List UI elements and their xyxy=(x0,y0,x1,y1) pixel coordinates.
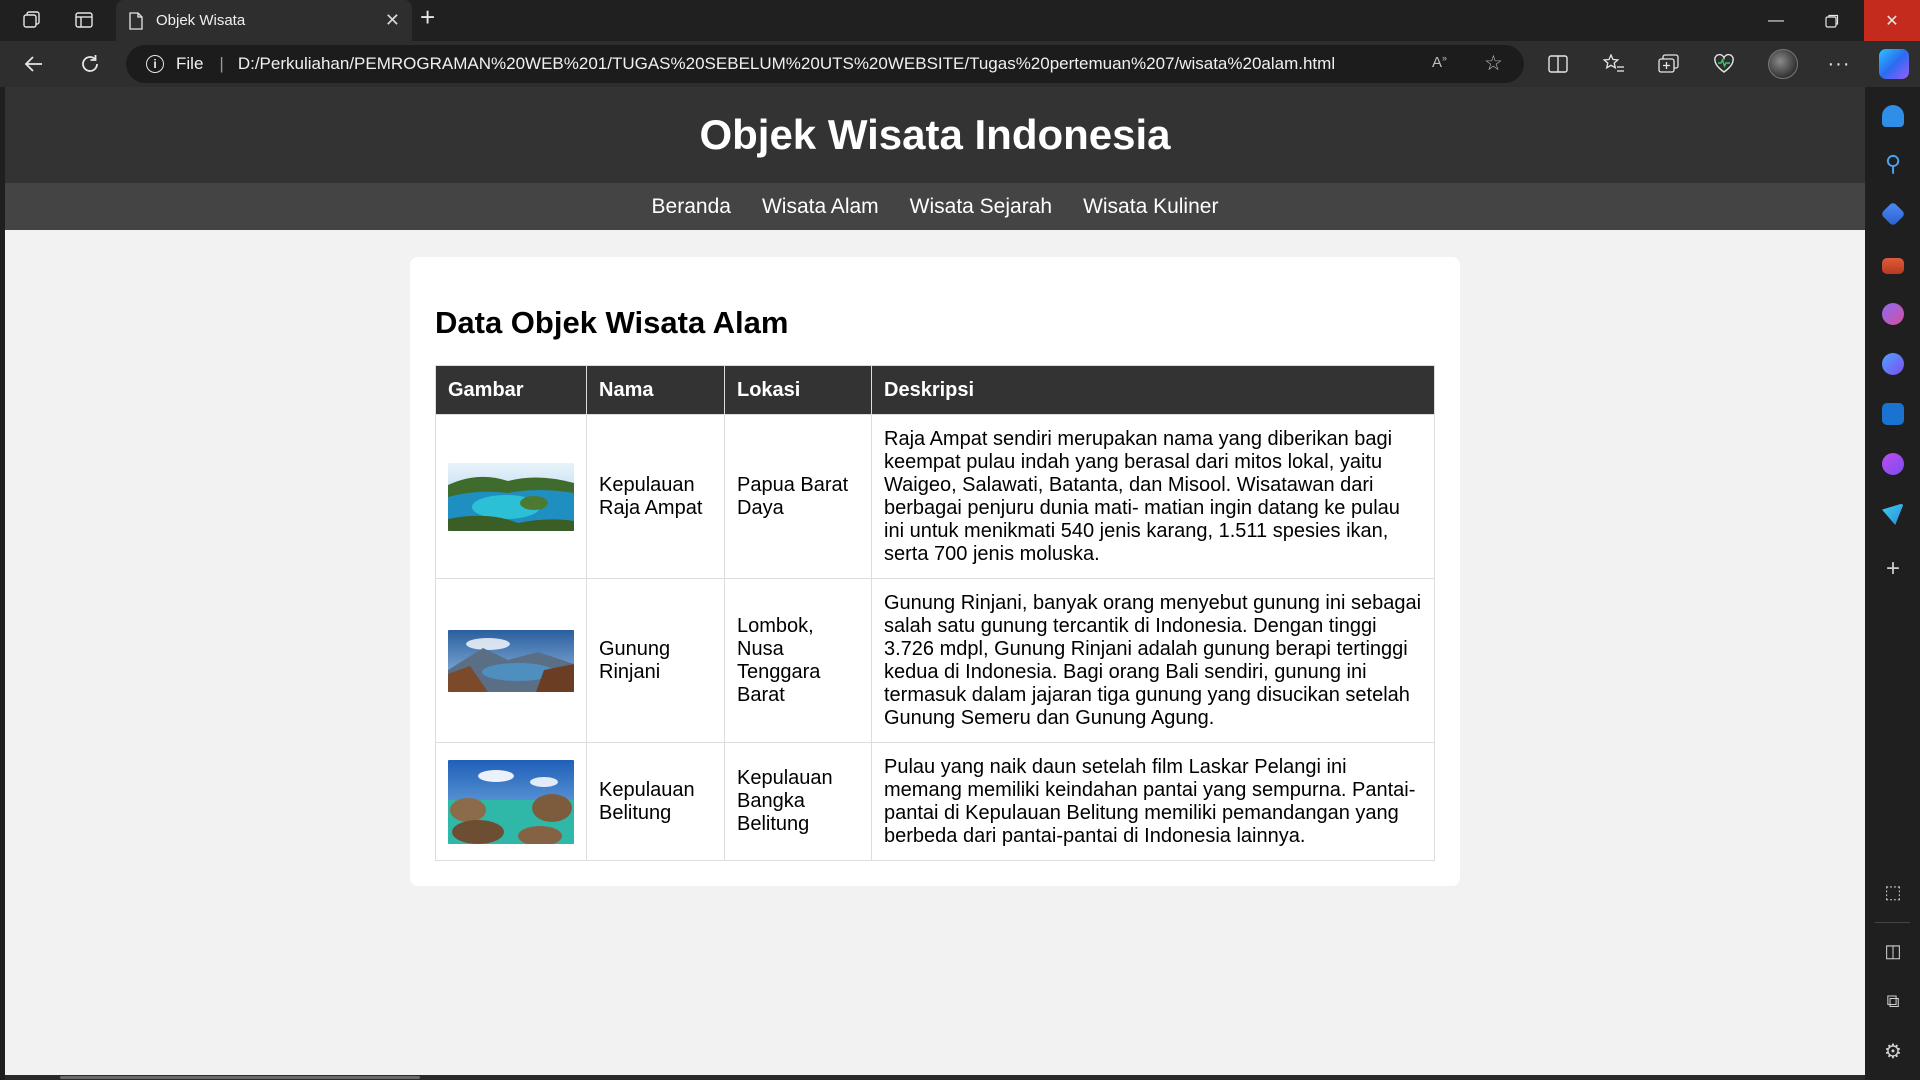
workspaces-icon[interactable] xyxy=(14,2,50,38)
image-cell xyxy=(435,578,587,743)
url-text[interactable]: D:/Perkuliahan/PEMROGRAMAN%20WEB%201/TUG… xyxy=(238,54,1335,74)
copilot-icon[interactable] xyxy=(1879,49,1909,79)
raja-ampat-photo xyxy=(448,462,574,531)
screenshot-icon[interactable]: ⬚ xyxy=(1880,882,1906,903)
tools-icon[interactable] xyxy=(1882,258,1904,274)
horizontal-scrollbar[interactable] xyxy=(5,1075,1865,1080)
table-header-row: Gambar Nama Lokasi Deskripsi xyxy=(435,365,1435,415)
wisata-table: Gambar Nama Lokasi Deskripsi Kepulauan R… xyxy=(435,365,1435,861)
tab-objek-wisata[interactable]: Objek Wisata ✕ xyxy=(116,0,412,41)
search-icon[interactable]: ⚲ xyxy=(1880,151,1906,177)
edge-sidebar: ⚲ + ⬚ ◫ ⧉ ⚙ xyxy=(1865,87,1920,1080)
sidebar-toggle-icon[interactable]: ◫ xyxy=(1880,941,1906,962)
profile-avatar[interactable] xyxy=(1768,49,1798,79)
notification-icon[interactable] xyxy=(1882,105,1904,127)
deskripsi-cell: Pulau yang naik daun setelah film Laskar… xyxy=(871,742,1435,861)
add-icon[interactable]: + xyxy=(1880,555,1906,583)
page-icon xyxy=(129,11,143,30)
refresh-icon[interactable] xyxy=(74,48,106,80)
scrollbar-thumb[interactable] xyxy=(60,1076,420,1079)
nav-link-beranda[interactable]: Beranda xyxy=(652,195,731,219)
site-header: Objek Wisata Indonesia xyxy=(5,87,1865,183)
page-viewport: Objek Wisata Indonesia Beranda Wisata Al… xyxy=(5,87,1865,1075)
site-title: Objek Wisata Indonesia xyxy=(699,111,1171,158)
address-toolbar: i File | D:/Perkuliahan/PEMROGRAMAN%20WE… xyxy=(0,41,1920,87)
favorites-icon[interactable] xyxy=(1597,48,1631,80)
nav-link-wisata-alam[interactable]: Wisata Alam xyxy=(762,195,879,219)
tab-actions-icon[interactable] xyxy=(66,2,102,38)
restore-icon[interactable] xyxy=(1804,0,1860,41)
column-header-deskripsi: Deskripsi xyxy=(871,365,1435,415)
more-icon[interactable]: ··· xyxy=(1822,48,1856,80)
table-row: Gunung Rinjani Lombok, Nusa Tenggara Bar… xyxy=(435,578,1435,743)
section-title: Data Objek Wisata Alam xyxy=(435,305,789,340)
column-header-gambar: Gambar xyxy=(435,365,587,415)
designer-icon[interactable] xyxy=(1882,453,1904,475)
column-header-lokasi: Lokasi xyxy=(724,365,872,415)
nama-cell: Kepulauan Belitung xyxy=(586,742,725,861)
close-tab-icon[interactable]: ✕ xyxy=(385,10,400,31)
tab-title: Objek Wisata xyxy=(156,12,246,29)
nav-link-wisata-kuliner[interactable]: Wisata Kuliner xyxy=(1083,195,1218,219)
deskripsi-cell: Raja Ampat sendiri merupakan nama yang d… xyxy=(871,414,1435,579)
image-cell xyxy=(435,742,587,861)
browser-essentials-icon[interactable] xyxy=(1707,48,1741,80)
content-card: Data Objek Wisata Alam Gambar Nama Lokas… xyxy=(410,257,1460,886)
nav-link-wisata-sejarah[interactable]: Wisata Sejarah xyxy=(910,195,1052,219)
scheme-label: File xyxy=(176,54,204,73)
lokasi-cell: Lombok, Nusa Tenggara Barat xyxy=(724,578,872,743)
copilot-app-icon[interactable] xyxy=(1882,353,1904,375)
image-cell xyxy=(435,414,587,579)
close-window-icon[interactable]: ✕ xyxy=(1864,0,1920,41)
minimize-icon[interactable]: — xyxy=(1748,0,1804,41)
nama-cell: Kepulauan Raja Ampat xyxy=(586,414,725,579)
lokasi-cell: Kepulauan Bangka Belitung xyxy=(724,742,872,861)
split-screen-icon[interactable] xyxy=(1541,48,1575,80)
nama-cell: Gunung Rinjani xyxy=(586,578,725,743)
favorite-star-icon[interactable]: ☆ xyxy=(1484,51,1503,76)
sidebar-divider xyxy=(1875,922,1910,923)
games-icon[interactable] xyxy=(1882,303,1904,325)
back-icon[interactable] xyxy=(18,48,50,80)
belitung-photo xyxy=(448,759,574,844)
column-header-nama: Nama xyxy=(586,365,725,415)
new-tab-icon[interactable]: + xyxy=(420,2,435,33)
gunung-rinjani-photo xyxy=(448,629,574,692)
address-bar[interactable]: i File | D:/Perkuliahan/PEMROGRAMAN%20WE… xyxy=(126,45,1524,83)
send-icon[interactable] xyxy=(1882,503,1904,525)
lokasi-cell: Papua Barat Daya xyxy=(724,414,872,579)
outlook-icon[interactable] xyxy=(1882,403,1904,425)
tab-strip: Objek Wisata ✕ + — ✕ xyxy=(0,0,1920,41)
collections-icon[interactable] xyxy=(1652,48,1686,80)
settings-icon[interactable]: ⚙ xyxy=(1880,1039,1906,1064)
address-separator: | xyxy=(219,54,224,73)
site-nav: Beranda Wisata Alam Wisata Sejarah Wisat… xyxy=(5,183,1865,230)
read-aloud-icon[interactable]: A» xyxy=(1432,53,1447,71)
table-row: Kepulauan Raja Ampat Papua Barat Daya Ra… xyxy=(435,414,1435,579)
info-icon[interactable]: i xyxy=(146,55,164,73)
deskripsi-cell: Gunung Rinjani, banyak orang menyebut gu… xyxy=(871,578,1435,743)
shopping-icon[interactable] xyxy=(1880,201,1906,227)
table-row: Kepulauan Belitung Kepulauan Bangka Beli… xyxy=(435,742,1435,861)
open-external-icon[interactable]: ⧉ xyxy=(1880,991,1906,1012)
